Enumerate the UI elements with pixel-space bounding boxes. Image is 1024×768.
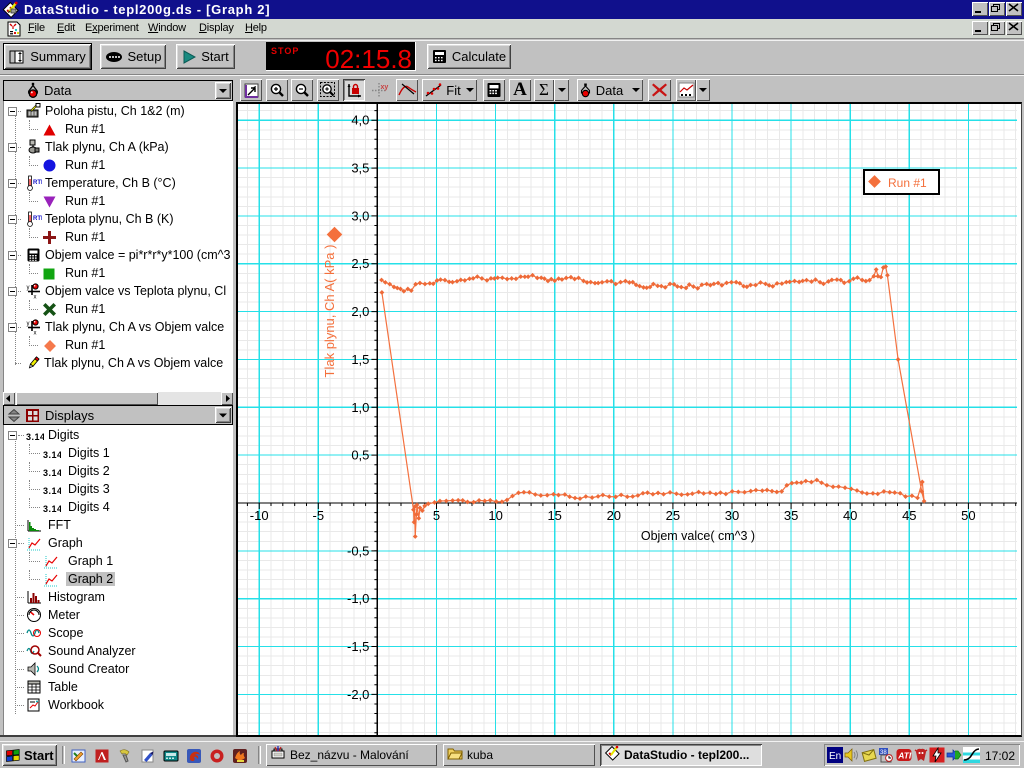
svg-text:2,5: 2,5 <box>351 256 369 271</box>
svg-text:3,0: 3,0 <box>351 208 369 223</box>
svg-text:4,0: 4,0 <box>351 113 369 128</box>
svg-text:2,0: 2,0 <box>351 304 369 319</box>
svg-text:En: En <box>829 751 841 762</box>
svg-text:45: 45 <box>902 508 916 523</box>
svg-text:RTD: RTD <box>33 180 42 186</box>
svg-text:20: 20 <box>607 508 621 523</box>
svg-text:15: 15 <box>547 508 561 523</box>
svg-text:Objem valce( cm^3 ): Objem valce( cm^3 ) <box>641 529 755 543</box>
svg-text:-1,0: -1,0 <box>347 591 369 606</box>
svg-text:-5: -5 <box>313 508 325 523</box>
svg-text:-2,0: -2,0 <box>347 687 369 702</box>
svg-text:y: y <box>27 321 30 327</box>
svg-text:3.14: 3.14 <box>43 468 61 478</box>
svg-text:10: 10 <box>488 508 502 523</box>
svg-text:-0,5: -0,5 <box>347 543 369 558</box>
svg-text:0,5: 0,5 <box>351 448 369 463</box>
svg-text:25: 25 <box>666 508 680 523</box>
svg-text:5: 5 <box>433 508 440 523</box>
svg-text:y: y <box>27 285 30 291</box>
svg-text:ATI: ATI <box>897 751 912 761</box>
svg-text:3.14: 3.14 <box>43 486 61 496</box>
svg-text:1,0: 1,0 <box>351 400 369 415</box>
svg-text:3,5: 3,5 <box>351 161 369 176</box>
svg-text:35: 35 <box>784 508 798 523</box>
svg-text:xy: xy <box>381 84 389 91</box>
svg-text:-1,5: -1,5 <box>347 639 369 654</box>
svg-text:3.14: 3.14 <box>26 432 44 442</box>
svg-text:x: x <box>34 331 37 336</box>
svg-text:30: 30 <box>725 508 739 523</box>
svg-text:50: 50 <box>961 508 975 523</box>
svg-text:RTD: RTD <box>33 216 42 222</box>
svg-text:40: 40 <box>843 508 857 523</box>
svg-text:3.14: 3.14 <box>43 450 61 460</box>
svg-text:Tlak plynu, Ch A( kPa ): Tlak plynu, Ch A( kPa ) <box>322 245 337 378</box>
svg-text:Run #1: Run #1 <box>888 176 927 190</box>
svg-text:3.14: 3.14 <box>43 504 61 514</box>
svg-text:1,5: 1,5 <box>351 352 369 367</box>
svg-text:x: x <box>34 295 37 300</box>
svg-text:-10: -10 <box>250 508 269 523</box>
